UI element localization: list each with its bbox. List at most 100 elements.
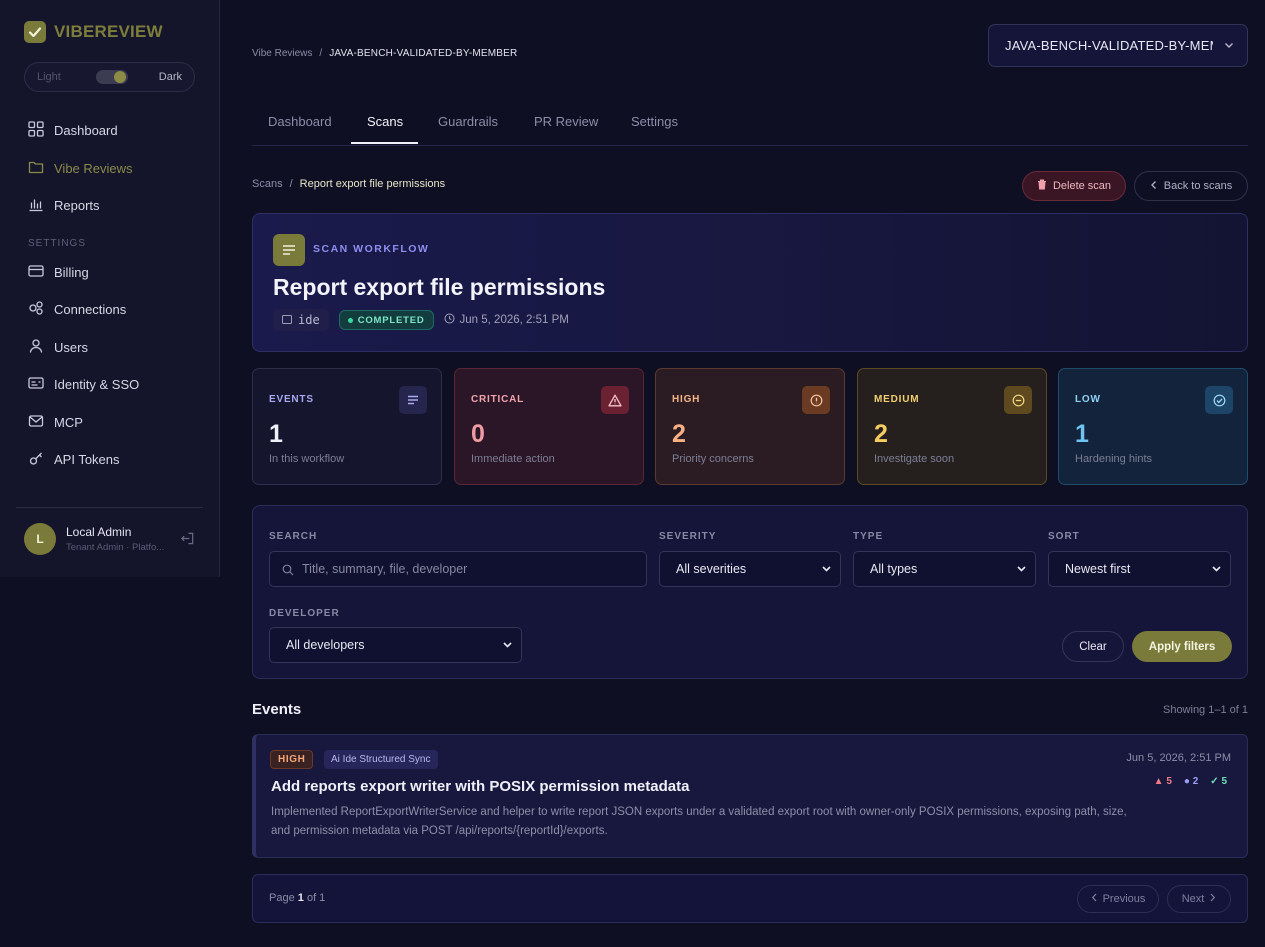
status-badge: COMPLETED	[338, 310, 434, 330]
breadcrumb-current: JAVA-BENCH-VALIDATED-BY-MEMBER	[329, 48, 518, 59]
theme-toggle[interactable]: Light Dark	[24, 62, 195, 92]
active-tab-indicator	[351, 142, 418, 144]
stat-label: MEDIUM	[874, 394, 920, 405]
source-badge: Ai Ide Structured Sync	[324, 750, 438, 769]
event-card[interactable]: HIGH Ai Ide Structured Sync Jun 5, 2026,…	[252, 734, 1248, 858]
theme-dark-label: Dark	[158, 71, 182, 83]
metric-value: 5	[1221, 776, 1227, 787]
developer-label: DEVELOPER	[269, 608, 340, 619]
stat-value: 0	[471, 420, 485, 448]
brand[interactable]: VIBEREVIEW	[24, 21, 163, 43]
sidebar-item-label: Dashboard	[54, 122, 118, 138]
theme-light-label: Light	[37, 71, 61, 83]
envelope-icon	[28, 413, 44, 432]
developer-select[interactable]: All developers	[269, 627, 522, 663]
sidebar-item-label: API Tokens	[54, 451, 120, 467]
sidebar-item-label: Connections	[54, 301, 127, 317]
brand-name: VIBEREVIEW	[54, 22, 163, 41]
grid-icon	[28, 120, 44, 140]
chevron-left-icon	[1091, 893, 1098, 905]
stat-value: 2	[874, 420, 888, 448]
severity-select[interactable]: All severities	[659, 551, 841, 587]
card-icon	[28, 263, 44, 282]
source-chip: ide	[273, 309, 329, 331]
breadcrumb: Vibe Reviews / JAVA-BENCH-VALIDATED-BY-M…	[252, 48, 517, 59]
tab-bar: Dashboard Scans Guardrails PR Review Set…	[252, 100, 1248, 146]
apply-filters-button[interactable]: Apply filters	[1132, 631, 1232, 662]
sidebar-item-mcp[interactable]: MCP	[28, 412, 83, 432]
severity-select-value: All severities	[676, 562, 747, 576]
sidebar-item-billing[interactable]: Billing	[28, 262, 89, 282]
metric-triangle: ▲ 5	[1154, 776, 1172, 787]
metric-dot: ● 2	[1184, 776, 1198, 787]
metric-value: 2	[1192, 776, 1199, 787]
tab-dashboard[interactable]: Dashboard	[268, 114, 332, 129]
event-date: Jun 5, 2026, 2:51 PM	[1126, 752, 1231, 764]
stat-label: LOW	[1075, 394, 1101, 405]
sidebar-item-api-tokens[interactable]: API Tokens	[28, 449, 120, 469]
alert-circle-icon	[802, 386, 830, 414]
project-select[interactable]: JAVA-BENCH-VALIDATED-BY-MEMBER	[988, 24, 1248, 67]
sidebar-item-reports[interactable]: Reports	[28, 195, 100, 215]
previous-page-button[interactable]: Previous	[1077, 885, 1159, 913]
next-page-button[interactable]: Next	[1167, 885, 1231, 913]
sidebar-item-connections[interactable]: Connections	[28, 299, 126, 319]
list-icon	[399, 386, 427, 414]
window-icon	[282, 313, 292, 327]
clear-filters-button[interactable]: Clear	[1062, 631, 1124, 662]
dot-icon: ●	[1183, 776, 1190, 787]
stat-card-low: LOW 1 Hardening hints	[1058, 368, 1248, 485]
theme-switch[interactable]	[96, 70, 128, 84]
developer-select-value: All developers	[286, 638, 365, 652]
events-heading: Events	[252, 701, 302, 718]
type-select-value: All types	[870, 562, 918, 576]
sidebar-item-users[interactable]: Users	[28, 337, 88, 357]
tab-pr-review[interactable]: PR Review	[534, 114, 598, 129]
tab-settings[interactable]: Settings	[631, 114, 678, 129]
scan-breadcrumb-root[interactable]: Scans	[252, 178, 283, 190]
user-profile[interactable]: L Local Admin Tenant Admin · Platfo...	[24, 523, 164, 555]
tab-guardrails[interactable]: Guardrails	[438, 114, 498, 129]
breadcrumb-separator: /	[319, 48, 323, 59]
stat-caption: In this workflow	[269, 453, 345, 465]
scan-breadcrumb-separator: /	[289, 178, 293, 190]
search-icon	[282, 564, 294, 579]
type-select[interactable]: All types	[853, 551, 1036, 587]
triangle-up-icon: ▲	[1153, 776, 1164, 787]
breadcrumb-root[interactable]: Vibe Reviews	[252, 48, 312, 59]
stat-card-critical: CRITICAL 0 Immediate action	[454, 368, 644, 485]
stat-value: 1	[1075, 420, 1089, 448]
metric-value: 5	[1166, 776, 1172, 787]
metric-check: ✓ 5	[1210, 776, 1227, 787]
events-count: Showing 1–1 of 1	[1162, 704, 1248, 716]
severity-badge: HIGH	[270, 750, 314, 769]
folder-icon	[28, 159, 44, 178]
user-icon	[28, 338, 44, 357]
key-icon	[28, 450, 44, 469]
sidebar-item-dashboard[interactable]: Dashboard	[28, 120, 118, 140]
scan-kicker: SCAN WORKFLOW	[313, 243, 430, 255]
sidebar-item-label: Vibe Reviews	[54, 160, 133, 176]
clock-icon	[444, 313, 455, 327]
check-logo-icon	[24, 21, 46, 43]
sidebar-item-label: Reports	[54, 197, 100, 213]
sort-label: SORT	[1048, 531, 1080, 542]
sidebar-item-identity-sso[interactable]: Identity & SSO	[28, 374, 139, 394]
delete-scan-label: Delete scan	[1052, 180, 1112, 192]
stat-card-medium: MEDIUM 2 Investigate soon	[857, 368, 1047, 485]
delete-scan-button[interactable]: Delete scan	[1022, 171, 1126, 201]
sort-select[interactable]: Newest first	[1048, 551, 1231, 587]
scan-meta: ide COMPLETED Jun 5, 2026, 2:51 PM	[273, 309, 569, 331]
search-input[interactable]: Title, summary, file, developer	[269, 551, 647, 587]
logout-icon[interactable]	[180, 531, 195, 551]
scan-date: Jun 5, 2026, 2:51 PM	[444, 313, 569, 327]
back-to-scans-button[interactable]: Back to scans	[1134, 171, 1248, 201]
scan-breadcrumb: Scans / Report export file permissions	[252, 178, 445, 190]
user-name: Local Admin	[66, 525, 132, 539]
sidebar-item-vibe-reviews[interactable]: Vibe Reviews	[28, 158, 133, 178]
tab-scans[interactable]: Scans	[367, 114, 403, 129]
event-title[interactable]: Add reports export writer with POSIX per…	[271, 778, 689, 795]
chevron-down-icon	[1211, 563, 1222, 577]
avatar: L	[24, 523, 56, 555]
status-dot-icon	[347, 317, 353, 323]
